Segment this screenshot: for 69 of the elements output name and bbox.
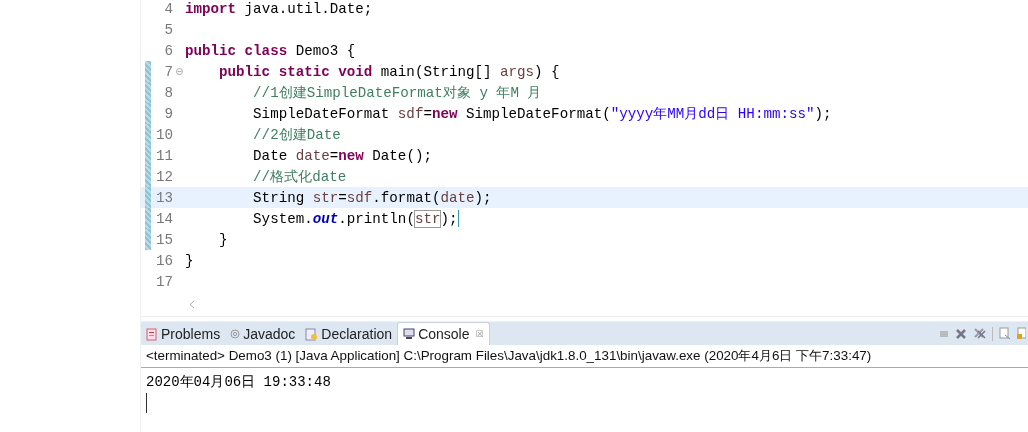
line-number: 17 <box>154 273 173 290</box>
code-text: = <box>423 105 432 122</box>
variable: sdf <box>397 105 424 122</box>
code-text: main(String[] <box>379 63 493 80</box>
view-tab[interactable]: Declaration <box>300 323 398 345</box>
code-text: Date(); <box>371 147 432 164</box>
line-number: 5 <box>163 21 173 38</box>
code-text: SimpleDateFormat( <box>464 105 611 122</box>
static-field: out <box>312 210 339 227</box>
keyword: new <box>338 147 364 164</box>
variable: str <box>414 210 441 227</box>
code-text: .println( <box>338 210 415 227</box>
code-text: ); <box>474 189 492 206</box>
page-icon[interactable] <box>999 327 1011 340</box>
lock-page-icon[interactable] <box>1017 327 1026 340</box>
comment: //2创建Date <box>252 126 341 144</box>
code-text: ); <box>814 105 832 122</box>
view-tab[interactable]: Javadoc <box>225 323 301 345</box>
view-tab[interactable]: Problems <box>141 323 226 345</box>
keyword: import <box>185 0 237 17</box>
variable: str <box>312 189 339 206</box>
declaration-icon <box>305 327 319 341</box>
variable: args <box>500 63 535 80</box>
keyword: public class <box>185 42 288 59</box>
console-output: 2020年04月06日 19:33:48 <box>146 373 332 392</box>
variable: sdf <box>346 189 373 206</box>
line-number: 10 <box>154 126 173 143</box>
code-text: .format( <box>372 189 441 206</box>
code-text: } <box>185 252 194 269</box>
view-tab[interactable]: Console ☒ <box>397 322 490 345</box>
problems-icon <box>146 327 158 341</box>
line-number: 14 <box>154 210 173 227</box>
remove-icon[interactable] <box>955 327 967 340</box>
stop-icon[interactable] <box>939 328 949 339</box>
text-caret <box>146 393 147 413</box>
remove-all-icon[interactable] <box>973 327 986 340</box>
line-number: 12 <box>154 168 173 185</box>
console-header: <terminated> Demo3 (1) [Java Application] C:\Program Files\Java\jdk1.8.0_131\bin\javaw.exe (2020年4月6日 下午7:33:47) <box>141 345 1028 368</box>
code-text: Demo3 { <box>294 42 356 59</box>
code-text: System. <box>252 210 313 227</box>
code-text: String <box>252 189 306 206</box>
code-text: = <box>329 147 339 164</box>
line-number: 6 <box>163 42 173 59</box>
line-number: 11 <box>154 147 173 164</box>
monitor-icon <box>403 328 416 340</box>
code-text: SimpleDateFormat <box>252 105 391 122</box>
line-number: 4 <box>163 0 173 17</box>
comment: //1创建SimpleDateFormat对象 y 年M 月 <box>252 84 542 102</box>
line-number: 7 <box>163 63 173 80</box>
variable: date <box>295 147 330 164</box>
code-text: } <box>218 231 228 248</box>
variable: date <box>440 189 475 206</box>
keyword: public static void <box>218 63 373 80</box>
code-text: ); <box>440 210 458 227</box>
line-number: 13 <box>154 189 173 206</box>
string-literal: "yyyy年MM月dd日 HH:mm:ss" <box>610 105 815 123</box>
line-number: 8 <box>163 84 173 101</box>
line-number: 16 <box>154 252 173 269</box>
line-number: 9 <box>163 105 173 122</box>
code-text: java.util.Date; <box>243 0 373 17</box>
code-text: ) { <box>534 63 560 80</box>
comment: //格式化date <box>252 168 347 186</box>
keyword: new <box>431 105 458 122</box>
fold-icon[interactable] <box>175 68 183 75</box>
line-number: 15 <box>154 231 173 248</box>
code-text: = <box>338 189 347 206</box>
at-sign-icon <box>230 329 241 339</box>
scroll-left-icon[interactable] <box>189 299 195 309</box>
code-text: Date <box>252 147 289 164</box>
